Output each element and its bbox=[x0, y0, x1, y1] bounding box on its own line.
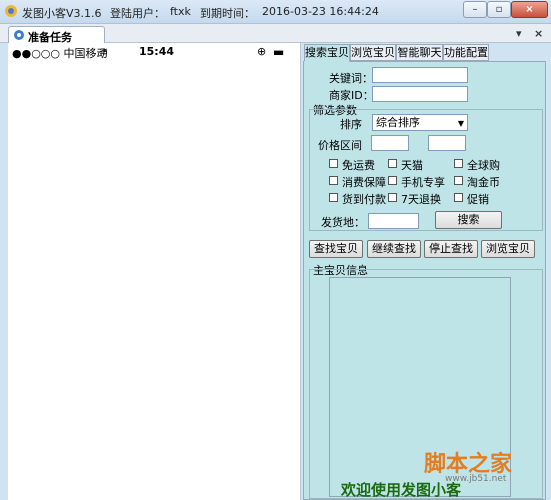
maximize-button[interactable]: ▫ bbox=[487, 1, 511, 18]
find-items-button[interactable]: 查找宝贝 bbox=[309, 240, 363, 258]
merchant-id-input[interactable] bbox=[372, 86, 468, 102]
app-logo-icon bbox=[5, 5, 17, 17]
tab-list-dropdown[interactable]: ▾ bbox=[516, 27, 522, 40]
expire-time: 2016-03-23 16:44:24 bbox=[262, 5, 379, 18]
checkbox-label: 手机专享 bbox=[401, 176, 445, 189]
search-button[interactable]: 搜索 bbox=[435, 211, 502, 229]
search-tab-content: 关键词： 商家ID： 筛选参数 排序 综合排序 ▼ 价格区间 免运费 天猫 全球购… bbox=[303, 61, 546, 500]
cash-on-delivery-checkbox[interactable] bbox=[329, 193, 338, 202]
keyword-label: 关键词： bbox=[329, 72, 373, 85]
close-button[interactable]: × bbox=[511, 1, 548, 18]
expire-label: 到期时间： bbox=[200, 7, 255, 20]
consumer-guarantee-checkbox[interactable] bbox=[329, 176, 338, 185]
wifi-icon: ≋ bbox=[99, 45, 109, 58]
watermark-url: www.jb51.net bbox=[445, 474, 507, 484]
phone-preview[interactable]: ●●○○○ 中国移动 ≋ 15:44 ⊕ ▬ bbox=[8, 43, 301, 500]
seven-day-return-checkbox[interactable] bbox=[388, 193, 397, 202]
carrier-label: ●●○○○ 中国移动 bbox=[12, 47, 108, 60]
free-shipping-checkbox[interactable] bbox=[329, 159, 338, 168]
title-bar: 发图小客V3.1.6 登陆用户： ftxk 到期时间： 2016-03-23 1… bbox=[0, 0, 551, 24]
checkbox-label: 淘金币 bbox=[467, 176, 500, 189]
lock-rotation-icon: ⊕ bbox=[257, 45, 267, 58]
phone-status-bar: ●●○○○ 中国移动 ≋ 15:44 ⊕ ▬ bbox=[8, 43, 301, 61]
merchant-id-label: 商家ID： bbox=[329, 89, 374, 102]
browse-items-button[interactable]: 浏览宝贝 bbox=[481, 240, 535, 258]
continue-find-button[interactable]: 继续查找 bbox=[367, 240, 421, 258]
login-label: 登陆用户： bbox=[110, 7, 165, 20]
price-min-input[interactable] bbox=[371, 135, 409, 151]
document-tab-strip: 准备任务 ▾ × bbox=[0, 24, 551, 44]
checkbox-label: 货到付款 bbox=[342, 193, 386, 206]
tab-smart-chat[interactable]: 智能聊天 bbox=[396, 44, 443, 61]
tab-settings[interactable]: 功能配置 bbox=[443, 44, 489, 61]
checkbox-label: 全球购 bbox=[467, 159, 500, 172]
chevron-down-icon: ▼ bbox=[457, 119, 464, 128]
control-panel: 搜索宝贝 浏览宝贝 智能聊天 功能配置 关键词： 商家ID： 筛选参数 排序 综… bbox=[303, 43, 549, 500]
mobile-exclusive-checkbox[interactable] bbox=[388, 176, 397, 185]
login-user: ftxk bbox=[170, 5, 191, 18]
filter-group: 排序 综合排序 ▼ 价格区间 免运费 天猫 全球购 消费保障 手机专享 淘金币 货… bbox=[309, 109, 543, 231]
ship-from-input[interactable] bbox=[368, 213, 419, 229]
task-icon bbox=[14, 30, 24, 40]
minimize-button[interactable]: – bbox=[463, 1, 487, 18]
tmall-checkbox[interactable] bbox=[388, 159, 397, 168]
checkbox-label: 促销 bbox=[467, 193, 489, 206]
phone-clock: 15:44 bbox=[139, 45, 175, 58]
checkbox-label: 7天退换 bbox=[401, 193, 441, 206]
tab-browse-items[interactable]: 浏览宝贝 bbox=[350, 44, 396, 61]
promotion-checkbox[interactable] bbox=[454, 193, 463, 202]
welcome-text: 欢迎使用发图小客 bbox=[341, 481, 462, 499]
battery-icon: ▬ bbox=[273, 45, 285, 59]
app-name: 发图小客V3.1.6 bbox=[22, 7, 102, 20]
checkbox-label: 消费保障 bbox=[342, 176, 386, 189]
taojinbi-checkbox[interactable] bbox=[454, 176, 463, 185]
sort-select[interactable]: 综合排序 ▼ bbox=[372, 114, 468, 131]
checkbox-label: 免运费 bbox=[342, 159, 375, 172]
checkbox-label: 天猫 bbox=[401, 159, 423, 172]
tab-search-items[interactable]: 搜索宝贝 bbox=[304, 44, 350, 62]
stop-find-button[interactable]: 停止查找 bbox=[424, 240, 478, 258]
keyword-input[interactable] bbox=[372, 67, 468, 83]
sort-label: 排序 bbox=[340, 118, 362, 131]
price-range-label: 价格区间 bbox=[318, 139, 362, 152]
global-buy-checkbox[interactable] bbox=[454, 159, 463, 168]
tab-close-button[interactable]: × bbox=[534, 27, 543, 40]
price-max-input[interactable] bbox=[428, 135, 466, 151]
tab-prepare-task[interactable]: 准备任务 bbox=[8, 26, 105, 44]
ship-from-label: 发货地： bbox=[321, 216, 365, 229]
